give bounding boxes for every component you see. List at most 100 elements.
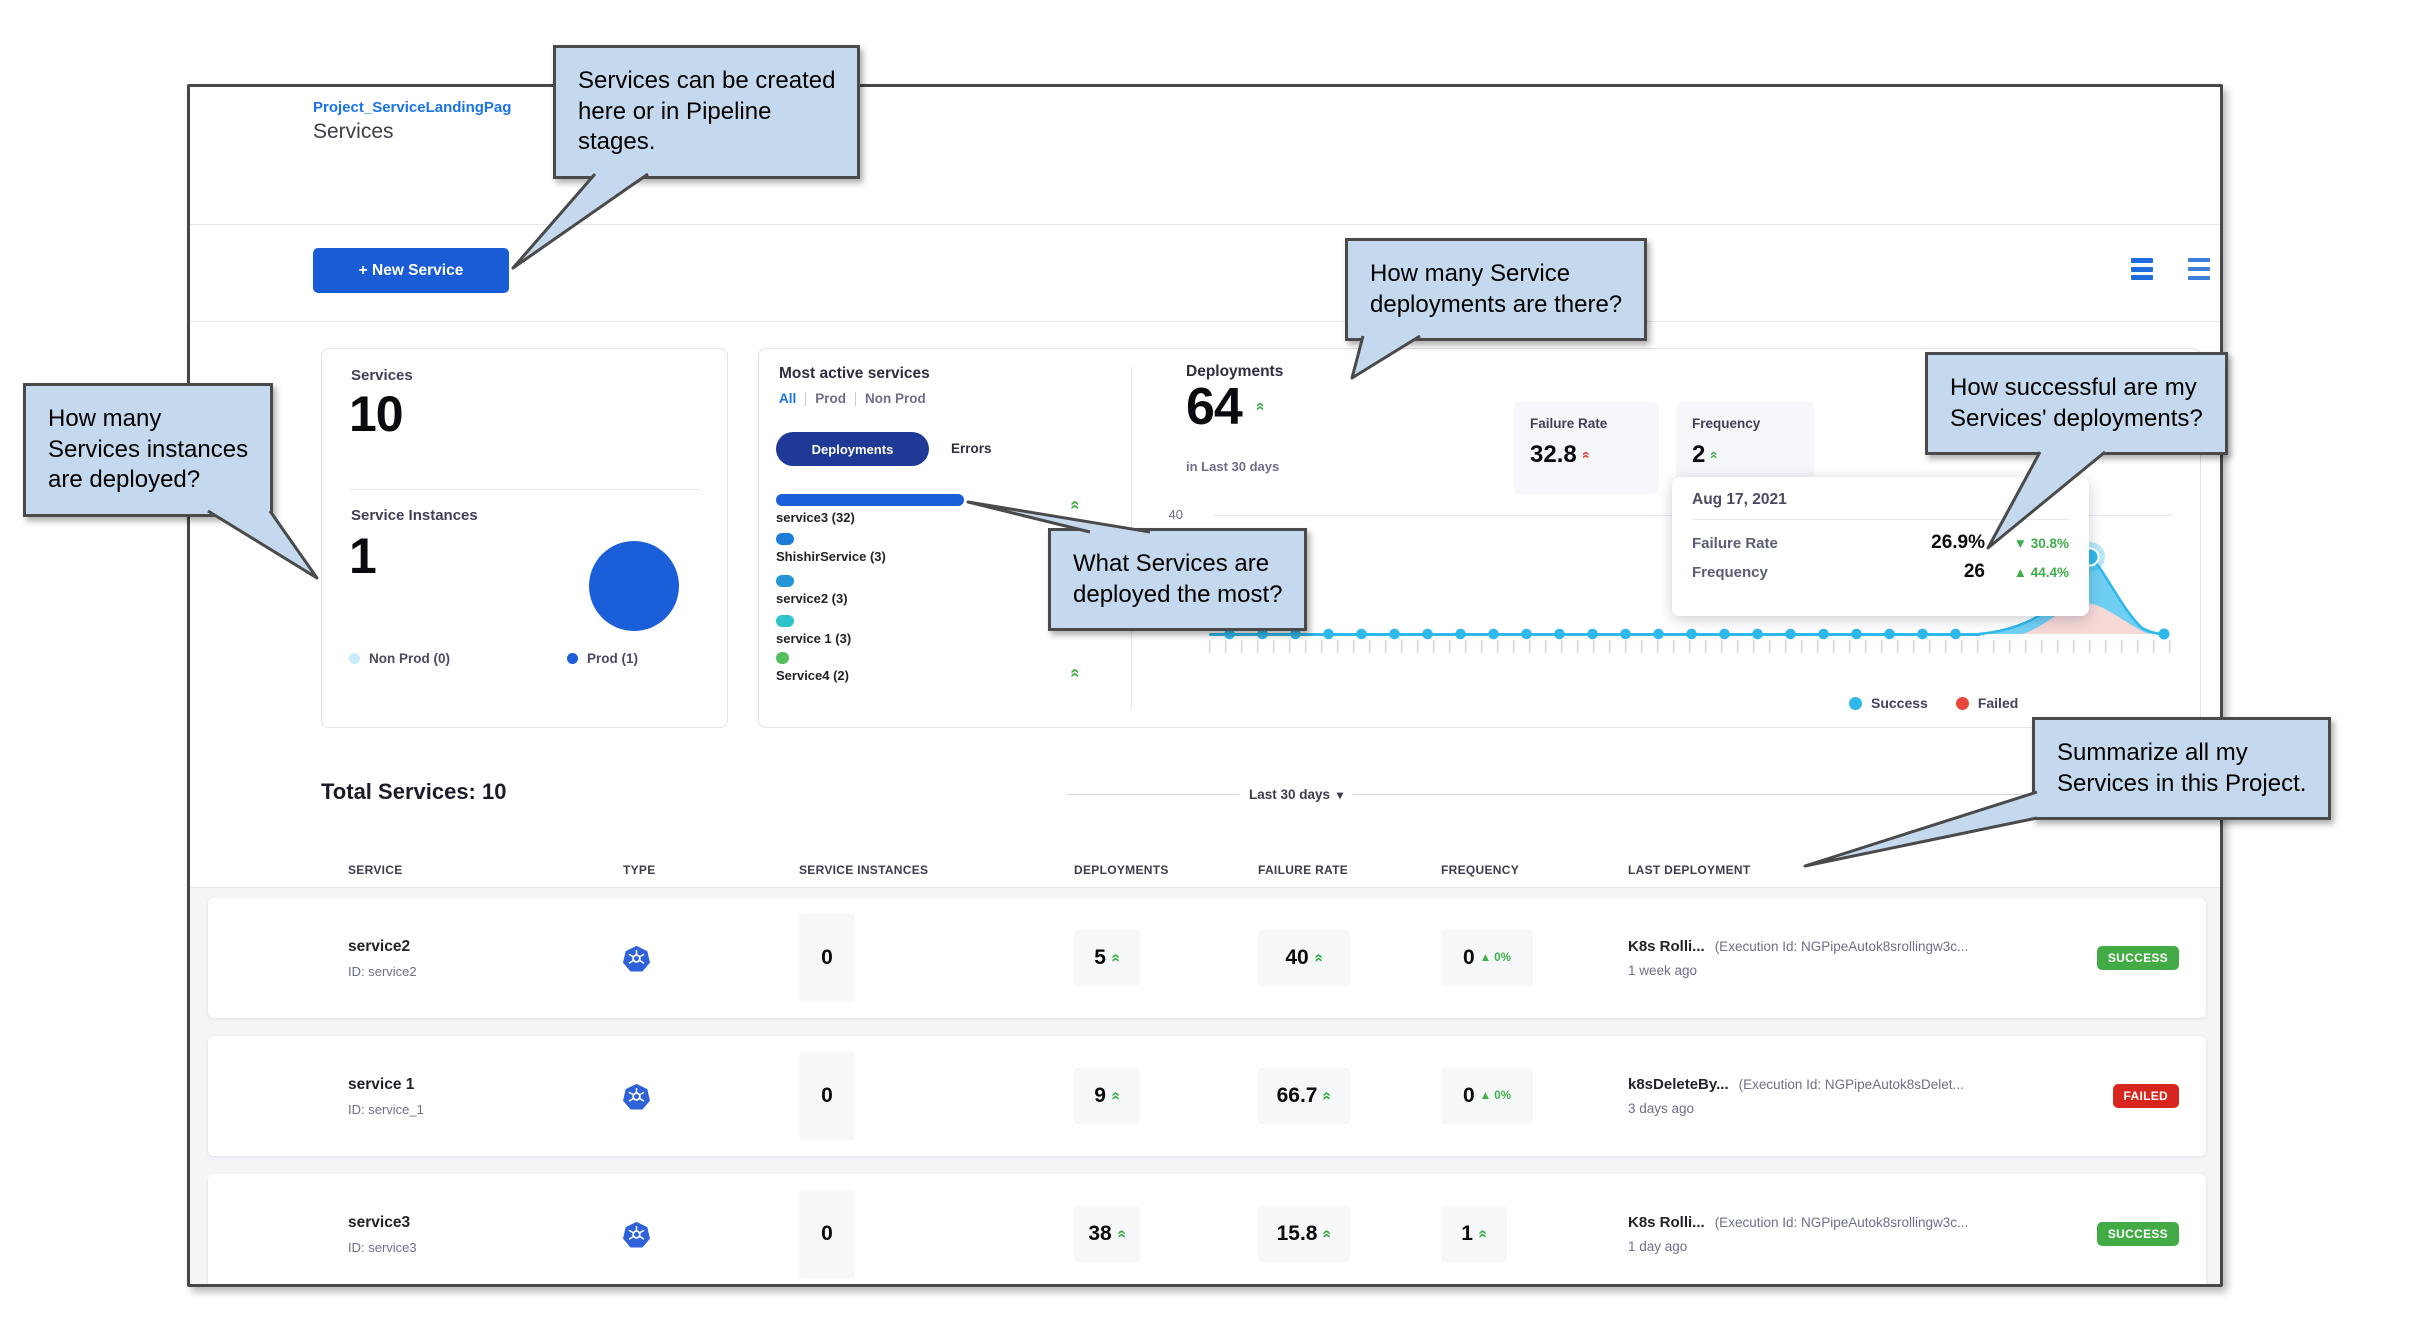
deployments-cell: 38 bbox=[1074, 1206, 1140, 1262]
callout-tail bbox=[950, 492, 1160, 538]
failed-dot-icon bbox=[1956, 697, 1969, 710]
table-row[interactable]: service 1 ID: service_1 0 9 66.7 0▲ 0% k… bbox=[208, 1036, 2206, 1156]
prod-dot-icon bbox=[567, 653, 578, 664]
services-summary-card: Services 10 Service Instances 1 Non Prod… bbox=[321, 348, 728, 728]
execution-id: (Execution Id: NGPipeAutok8srollingw3c..… bbox=[1715, 939, 1969, 954]
prod-label: Prod (1) bbox=[587, 651, 638, 666]
trend-up-icon bbox=[1251, 402, 1269, 410]
deployments-value: 38 bbox=[1088, 1222, 1111, 1246]
filter-all[interactable]: All bbox=[779, 391, 796, 406]
failure-rate-value: 40 bbox=[1285, 946, 1308, 970]
tooltip-failure-value: 26.9% bbox=[1852, 532, 1985, 554]
chart-legend: Success Failed bbox=[1849, 695, 2018, 711]
pipeline-name: k8sDeleteBy... bbox=[1628, 1076, 1729, 1093]
col-failure-rate: FAILURE RATE bbox=[1258, 863, 1441, 877]
card-view-icon[interactable] bbox=[2131, 258, 2153, 280]
kubernetes-icon bbox=[623, 1221, 650, 1248]
callout-tail bbox=[190, 505, 330, 585]
pipeline-name: K8s Rolli... bbox=[1628, 938, 1705, 955]
period-selector-value[interactable]: Last 30 days bbox=[1249, 787, 1343, 802]
most-active-title: Most active services bbox=[779, 365, 930, 383]
trend-up-icon bbox=[1318, 1230, 1336, 1239]
callout-instances: How many Services instances are deployed… bbox=[23, 383, 273, 517]
toggle-errors[interactable]: Errors bbox=[951, 441, 992, 456]
list-view-icon[interactable] bbox=[2188, 258, 2210, 280]
table-row[interactable]: service3 ID: service3 0 38 15.8 1 K8s Ro… bbox=[208, 1174, 2206, 1287]
callout-deployment-count: How many Service deployments are there? bbox=[1345, 238, 1647, 341]
col-deployments: DEPLOYMENTS bbox=[1074, 863, 1258, 877]
service-instances-value: 1 bbox=[349, 527, 376, 585]
filter-separator bbox=[855, 392, 856, 406]
deployments-cell: 9 bbox=[1074, 1068, 1140, 1124]
service-id: ID: service2 bbox=[348, 964, 623, 979]
kubernetes-icon bbox=[623, 945, 650, 972]
trend-up-icon bbox=[1309, 954, 1327, 963]
filter-nonprod[interactable]: Non Prod bbox=[865, 391, 926, 406]
trend-up-icon bbox=[1066, 668, 1086, 677]
toggle-deployments[interactable]: Deployments bbox=[776, 432, 929, 466]
frequency-delta: ▲ 0% bbox=[1480, 952, 1511, 964]
failure-rate-cell: 15.8 bbox=[1258, 1206, 1350, 1262]
trend-up-icon bbox=[1473, 1230, 1491, 1239]
bar-service1 bbox=[776, 615, 794, 627]
failure-rate-value: 66.7 bbox=[1277, 1084, 1318, 1108]
instances-value: 0 bbox=[821, 1084, 833, 1108]
filter-prod[interactable]: Prod bbox=[815, 391, 846, 406]
service-cell: service2 ID: service2 bbox=[348, 938, 623, 979]
instances-value: 0 bbox=[821, 1222, 833, 1246]
bar-label: Service4 (2) bbox=[776, 668, 849, 683]
deployments-total-value: 64 bbox=[1186, 378, 1242, 436]
frequency-cell: 1 bbox=[1441, 1206, 1507, 1262]
bar-shishirservice bbox=[776, 533, 794, 545]
deployments-value: 5 bbox=[1094, 946, 1106, 970]
deployments-period: in Last 30 days bbox=[1186, 459, 1279, 474]
frequency-value: 0 bbox=[1463, 946, 1475, 970]
service-id: ID: service_1 bbox=[348, 1102, 623, 1117]
frequency-cell: 0▲ 0% bbox=[1441, 1068, 1533, 1124]
status-badge: SUCCESS bbox=[2097, 1222, 2179, 1246]
instances-cell: 0 bbox=[799, 914, 855, 1002]
status-badge: FAILED bbox=[2113, 1084, 2179, 1108]
legend-success: Success bbox=[1849, 695, 1928, 711]
trend-up-red-icon bbox=[1579, 451, 1595, 459]
total-services-label: Total Services: 10 bbox=[321, 779, 506, 805]
execution-id: (Execution Id: NGPipeAutok8srollingw3c..… bbox=[1715, 1215, 1969, 1230]
failure-rate-cell: 40 bbox=[1258, 930, 1350, 986]
bar-service4 bbox=[776, 652, 789, 664]
service-cell: service3 ID: service3 bbox=[348, 1214, 623, 1255]
table-row[interactable]: service2 ID: service2 0 5 40 0 ▲ 0% K8s R… bbox=[208, 898, 2206, 1018]
failure-rate-value: 32.8 bbox=[1530, 441, 1643, 469]
bar-service3 bbox=[776, 494, 964, 506]
frequency-value: 2 bbox=[1692, 441, 1798, 469]
bar-label: service 1 (3) bbox=[776, 631, 851, 646]
callout-success: How successful are my Services' deployme… bbox=[1925, 352, 2228, 455]
filter-separator bbox=[805, 392, 806, 406]
success-dot-icon bbox=[1849, 697, 1862, 710]
legend-failed: Failed bbox=[1956, 695, 2018, 711]
trend-up-icon bbox=[1106, 954, 1124, 963]
trend-up-icon bbox=[1318, 1092, 1336, 1101]
trend-up-icon bbox=[1112, 1230, 1130, 1239]
nonprod-label: Non Prod (0) bbox=[369, 651, 450, 666]
breadcrumb[interactable]: Project_ServiceLandingPag bbox=[313, 99, 511, 116]
frequency-number: 2 bbox=[1692, 441, 1705, 468]
legend-nonprod: Non Prod (0) bbox=[349, 651, 450, 666]
nonprod-dot-icon bbox=[349, 653, 360, 664]
trend-up-icon bbox=[1707, 451, 1723, 459]
instances-cell: 0 bbox=[799, 1052, 855, 1140]
status-badge: SUCCESS bbox=[2097, 946, 2179, 970]
callout-tail bbox=[1795, 780, 2045, 872]
type-cell bbox=[623, 1083, 799, 1110]
tooltip-frequency-row: Frequency 26 ▲ 44.4% bbox=[1692, 561, 2069, 583]
frequency-cell: 0 ▲ 0% bbox=[1441, 930, 1533, 986]
tooltip-failure-label: Failure Rate bbox=[1692, 535, 1852, 552]
failure-rate-number: 32.8 bbox=[1530, 441, 1577, 468]
instances-pie-chart bbox=[589, 541, 679, 631]
callout-tail bbox=[480, 168, 690, 278]
type-cell bbox=[623, 1221, 799, 1248]
failure-rate-card: Failure Rate 32.8 bbox=[1514, 402, 1659, 494]
legend-prod: Prod (1) bbox=[567, 651, 638, 666]
frequency-delta: ▲ 0% bbox=[1480, 1090, 1511, 1102]
col-service: SERVICE bbox=[348, 863, 623, 877]
page-title: Services bbox=[313, 120, 394, 144]
